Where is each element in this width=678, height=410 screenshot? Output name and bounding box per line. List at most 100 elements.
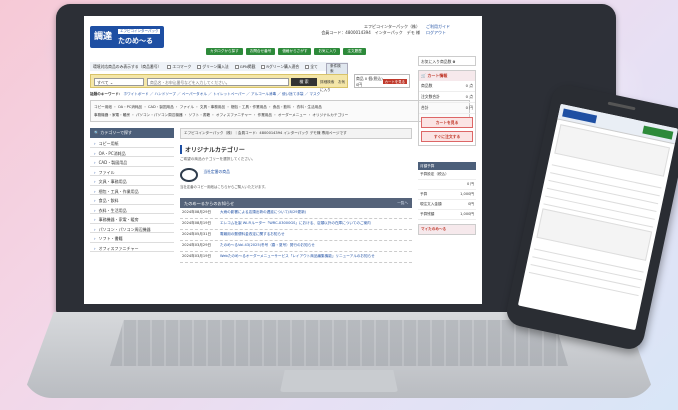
view-cart-button[interactable]: カートを見る	[382, 79, 407, 84]
phone-speaker	[607, 101, 636, 111]
news-row[interactable]: 2024年05月31日 電報用の郵便料金改定に関するお知らせ	[180, 230, 412, 241]
site-header: 調達 エフピコインターパック たのめ～る エフピコインターパック（株） 会員コー…	[90, 22, 476, 56]
category-ring-icon	[180, 168, 198, 182]
catalog-button[interactable]: カタログから探す	[206, 48, 243, 55]
sidebar-item[interactable]: 文具・事務用品	[90, 176, 174, 186]
sidebar-item[interactable]: 事務機器・家電・暖房	[90, 214, 174, 224]
budget-row: 予算 1,000円	[418, 190, 476, 200]
page-title: オリジナルカテゴリー	[180, 145, 412, 154]
sidebar-item[interactable]: コピー用紙	[90, 138, 174, 148]
filter-all[interactable]: 全て	[305, 64, 318, 70]
order-history-button[interactable]: 注文履歴	[343, 48, 366, 55]
top-links: ご利用ガイド ログアウト	[426, 24, 476, 36]
category-link[interactable]: ファイル	[180, 105, 194, 109]
favorites-count-box[interactable]: お気に入り商品数 0	[418, 56, 476, 66]
price-search-button[interactable]: 価格からさがす	[278, 48, 312, 55]
right-column: お気に入り商品数 0 🛒 カート情報 商品数 0 点 注文数合計 0 点 合計 0 円…	[418, 56, 476, 146]
category-link[interactable]: 文具・事務用品	[200, 105, 225, 109]
logo-mark: 調達	[94, 32, 113, 42]
keyword-link[interactable]: トイレットペーパー	[213, 92, 245, 96]
mini-cart[interactable]: 商品 0 個(税込) 0円 カートを見る	[354, 74, 410, 88]
user-member-code: 会員コード：4800014394 インターパック デモ 様	[321, 30, 420, 35]
news-row[interactable]: 2024年03月29日 たのめ～るVol.43(2025)冬号（春・夏号）発行のお…	[180, 241, 412, 252]
budget-row: 予算設定（税込）	[418, 170, 476, 180]
category-link[interactable]: 食品・飲料	[273, 105, 291, 109]
filter-ecomark[interactable]: エコマーク	[167, 64, 191, 70]
laptop-keyboard	[110, 320, 568, 366]
budget-panel: 月額予算 予算設定（税込） 0 円 予算 1,000円 現注文入金額 0円 予算残額…	[418, 162, 476, 235]
inquiry-number-button[interactable]: お問合せ番号	[245, 48, 276, 55]
eco-filter-label[interactable]: 環境対応商品のみ表示する（商品番号）	[93, 64, 161, 70]
sidebar-item[interactable]: OA・PC消耗品	[90, 148, 174, 157]
site-logo[interactable]: 調達 エフピコインターパック たのめ～る	[90, 26, 164, 48]
category-link[interactable]: 衣料・生活用品	[297, 105, 322, 109]
my-menu[interactable]: マイたのめ～る	[418, 224, 476, 235]
filter-rgreen[interactable]: Rグリーン購入適合	[261, 64, 299, 70]
category-link[interactable]: コピー用紙	[94, 105, 112, 109]
sidebar-item[interactable]: ソフト・書籍	[90, 233, 174, 243]
phone-nav-button[interactable]	[642, 125, 674, 140]
checkbox[interactable]	[261, 64, 266, 69]
view-cart-button[interactable]: カートを見る	[421, 117, 473, 128]
checkbox[interactable]	[197, 64, 202, 69]
category-bar: コピー用紙 ・ OA・PC消耗品 ・ CAD・製図用品 ・ ファイル ・ 文具・…	[90, 100, 470, 122]
chevron-down-icon: ⌄	[109, 80, 114, 85]
sidebar-item[interactable]: オフィスファニチャー	[90, 243, 174, 252]
category-select[interactable]: すべて ⌄	[94, 78, 144, 86]
category-link[interactable]: 作業用品	[258, 113, 272, 117]
keyword-link[interactable]: ペーパータオル	[182, 92, 207, 96]
favorites-button[interactable]: お気に入り	[314, 48, 341, 55]
news-row[interactable]: 2024年08月19日 エレコム社製 Wi-Fiルーター「WRC-X3000GS」…	[180, 219, 412, 230]
keyword-link[interactable]: マスク	[309, 92, 320, 96]
category-link[interactable]: OA・PC消耗品	[118, 105, 142, 109]
member-banner: エフピコインターパック（株）｜会員コード：4800014394 インターパック …	[180, 128, 412, 139]
news-title: たのめ～るからのお知らせ	[184, 200, 235, 206]
cart-title: 🛒 カート情報	[419, 71, 475, 81]
search-icon: 🔍	[94, 130, 99, 135]
search-button[interactable]: 検 索	[291, 78, 317, 86]
filter-gpn[interactable]: GPN掲載	[234, 64, 255, 70]
budget-row: 0 円	[418, 180, 476, 190]
news-more-link[interactable]: 一覧へ	[397, 201, 408, 206]
logo-name: たのめ～る	[118, 37, 153, 45]
cart-row: 合計 0 円	[419, 103, 475, 114]
user-info: エフピコインターパック（株） 会員コード：4800014394 インターパック …	[270, 24, 420, 36]
checkout-button[interactable]: すぐに注文する	[421, 131, 473, 142]
search-input[interactable]: 商品名・お申込番号などを入力してください。	[147, 78, 289, 86]
filter-green[interactable]: グリーン購入法	[197, 64, 229, 70]
header-nav: カタログから探す お問合せ番号 価格からさがす お気に入り 注文履歴	[206, 48, 366, 55]
laptop-screen: 調達 エフピコインターパック たのめ～る エフピコインターパック（株） 会員コー…	[84, 16, 482, 304]
category-link[interactable]: ソフト・書籍	[188, 113, 210, 117]
sidebar-item[interactable]: パソコン・パソコン周辺機器	[90, 224, 174, 233]
category-link[interactable]: 事務機器・家電・暖房	[94, 113, 130, 117]
checkbox[interactable]	[305, 64, 310, 69]
category-link[interactable]: オフィスファニチャー	[216, 113, 252, 117]
sidebar-item[interactable]: 衣料・生活用品	[90, 205, 174, 214]
keyword-link[interactable]: 使い捨て手袋	[282, 92, 304, 96]
news-header: たのめ～るからのお知らせ 一覧へ	[180, 197, 412, 208]
logout-link[interactable]: ログアウト	[426, 30, 476, 36]
category-link[interactable]: オーダーメニュー	[278, 113, 307, 117]
news-row[interactable]: 2024年03月19日 Webたのめ～るオーダーメニューサービス「レイアウト商品編…	[180, 252, 412, 263]
sidebar-item[interactable]: ファイル	[90, 167, 174, 176]
keyword-link[interactable]: アルコール消毒	[251, 92, 276, 96]
keyword-row: 話題のキーワード： ホワイトボード ／ ハンドソープ ／ ペーパータオル ／ ト…	[90, 92, 321, 96]
checkbox[interactable]	[234, 64, 239, 69]
category-link[interactable]: パソコン・パソコン周辺機器	[136, 113, 183, 117]
news-row[interactable]: 2024年08月29日 大雨の影響による店頭出荷の遅延について(8/29更新)	[180, 208, 412, 219]
sidebar-item[interactable]: 食品・飲料	[90, 195, 174, 205]
original-category-link[interactable]: 当社定番の商品	[203, 169, 230, 175]
keyword-link[interactable]: ハンドソープ	[155, 92, 176, 96]
category-link[interactable]: CAD・製図用品	[148, 105, 174, 109]
checkbox[interactable]	[167, 64, 172, 69]
category-link[interactable]: 梱包・工具・作業用品	[231, 105, 267, 109]
keyword-label: 話題のキーワード：	[90, 92, 123, 96]
keyword-link[interactable]: ホワイトボード	[124, 92, 149, 96]
sidebar-item[interactable]: 梱包・工具・作業用品	[90, 186, 174, 195]
budget-row: 予算残額 1,000円	[418, 210, 476, 220]
laptop-trackpad	[280, 370, 398, 392]
sidebar-item[interactable]: CAD・製図用品	[90, 157, 174, 167]
original-category[interactable]: 当社定番の商品	[180, 162, 412, 182]
category-link[interactable]: オリジナルカテゴリー	[312, 113, 348, 117]
budget-title: 月額予算	[418, 162, 476, 170]
